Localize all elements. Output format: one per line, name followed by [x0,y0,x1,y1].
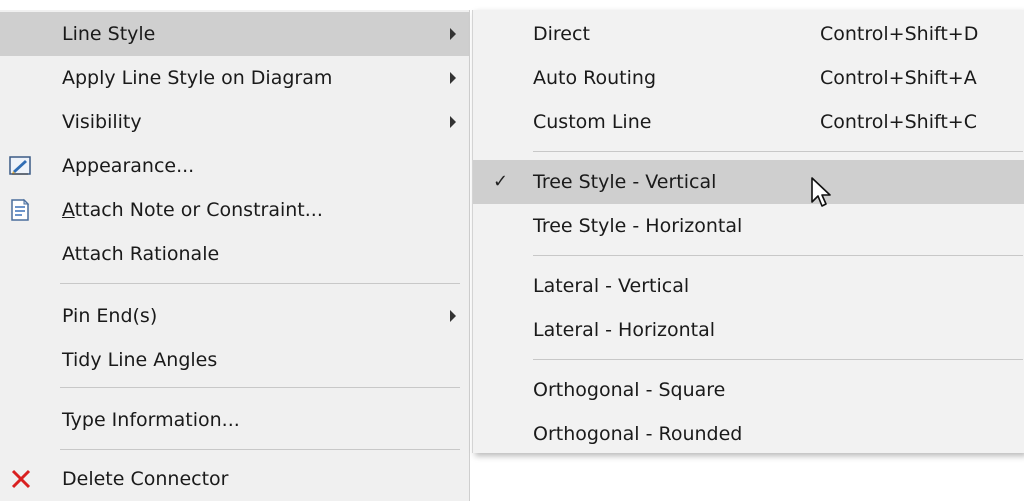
submenu-arrow-icon [450,28,456,40]
menu-item-label: Delete Connector [62,468,229,490]
shortcut-label: Control+Shift+C [820,111,977,133]
shortcut-label: Control+Shift+D [820,23,979,45]
menu-item-label: Tree Style - Horizontal [533,215,743,237]
menu-item-label: Tree Style - Vertical [533,171,717,193]
submenu-item-direct[interactable]: Direct Control+Shift+D [473,12,1024,56]
menu-item-label: Orthogonal - Rounded [533,423,743,445]
menu-item-visibility[interactable]: Visibility [0,100,470,144]
submenu-item-custom-line[interactable]: Custom Line Control+Shift+C [473,100,1024,144]
menu-separator [60,387,460,388]
menu-item-label: Appearance... [62,155,195,177]
menu-separator [533,151,1023,152]
menu-item-delete-connector[interactable]: Delete Connector [0,457,470,501]
menu-separator [60,283,460,284]
appearance-icon [9,156,31,175]
submenu-arrow-icon [450,310,456,322]
menu-item-apply-line-style[interactable]: Apply Line Style on Diagram [0,56,470,100]
submenu-item-orthogonal-square[interactable]: Orthogonal - Square [473,368,1024,412]
submenu-arrow-icon [450,72,456,84]
menu-item-label: Pin End(s) [62,305,158,327]
accelerator-letter: A [62,199,75,221]
connector-context-menu: Line Style Apply Line Style on Diagram V… [0,10,470,501]
delete-icon [11,469,31,489]
menu-item-label: Direct [533,23,590,45]
submenu-item-orthogonal-rounded[interactable]: Orthogonal - Rounded [473,412,1024,456]
menu-item-tidy-line-angles[interactable]: Tidy Line Angles [0,338,470,382]
note-icon [11,198,30,221]
menu-item-label: Line Style [62,23,156,45]
menu-item-attach-rationale[interactable]: Attach Rationale [0,232,470,276]
menu-item-appearance[interactable]: Appearance... [0,144,470,188]
mouse-pointer-icon [811,177,831,207]
menu-separator [533,255,1023,256]
submenu-item-auto-routing[interactable]: Auto Routing Control+Shift+A [473,56,1024,100]
line-style-submenu: Direct Control+Shift+D Auto Routing Cont… [472,10,1024,453]
menu-item-label: Attach Note or Constraint... [62,188,323,232]
menu-item-line-style[interactable]: Line Style [0,12,470,56]
menu-item-label: Apply Line Style on Diagram [62,67,333,89]
menu-item-label: Type Information... [62,409,240,431]
menu-item-type-information[interactable]: Type Information... [0,398,470,442]
menu-item-label: Tidy Line Angles [62,349,218,371]
shortcut-label: Control+Shift+A [820,67,977,89]
submenu-item-lateral-horizontal[interactable]: Lateral - Horizontal [473,308,1024,352]
menu-item-label: Attach Rationale [62,243,220,265]
menu-item-label: Visibility [62,111,142,133]
submenu-arrow-icon [450,116,456,128]
menu-item-attach-note[interactable]: Attach Note or Constraint... [0,188,470,232]
menu-separator [60,449,460,450]
menu-item-label: Orthogonal - Square [533,379,726,401]
menu-item-label: Lateral - Horizontal [533,319,716,341]
submenu-item-lateral-vertical[interactable]: Lateral - Vertical [473,264,1024,308]
label-rest: ttach Note or Constraint... [74,199,323,221]
menu-separator [533,359,1023,360]
menu-item-label: Auto Routing [533,67,656,89]
submenu-item-tree-style-horizontal[interactable]: Tree Style - Horizontal [473,204,1024,248]
menu-item-label: Lateral - Vertical [533,275,690,297]
menu-item-label: Custom Line [533,111,652,133]
submenu-item-tree-style-vertical[interactable]: ✓ Tree Style - Vertical [473,160,1024,204]
menu-item-pin-ends[interactable]: Pin End(s) [0,294,470,338]
checkmark-icon: ✓ [493,171,509,192]
